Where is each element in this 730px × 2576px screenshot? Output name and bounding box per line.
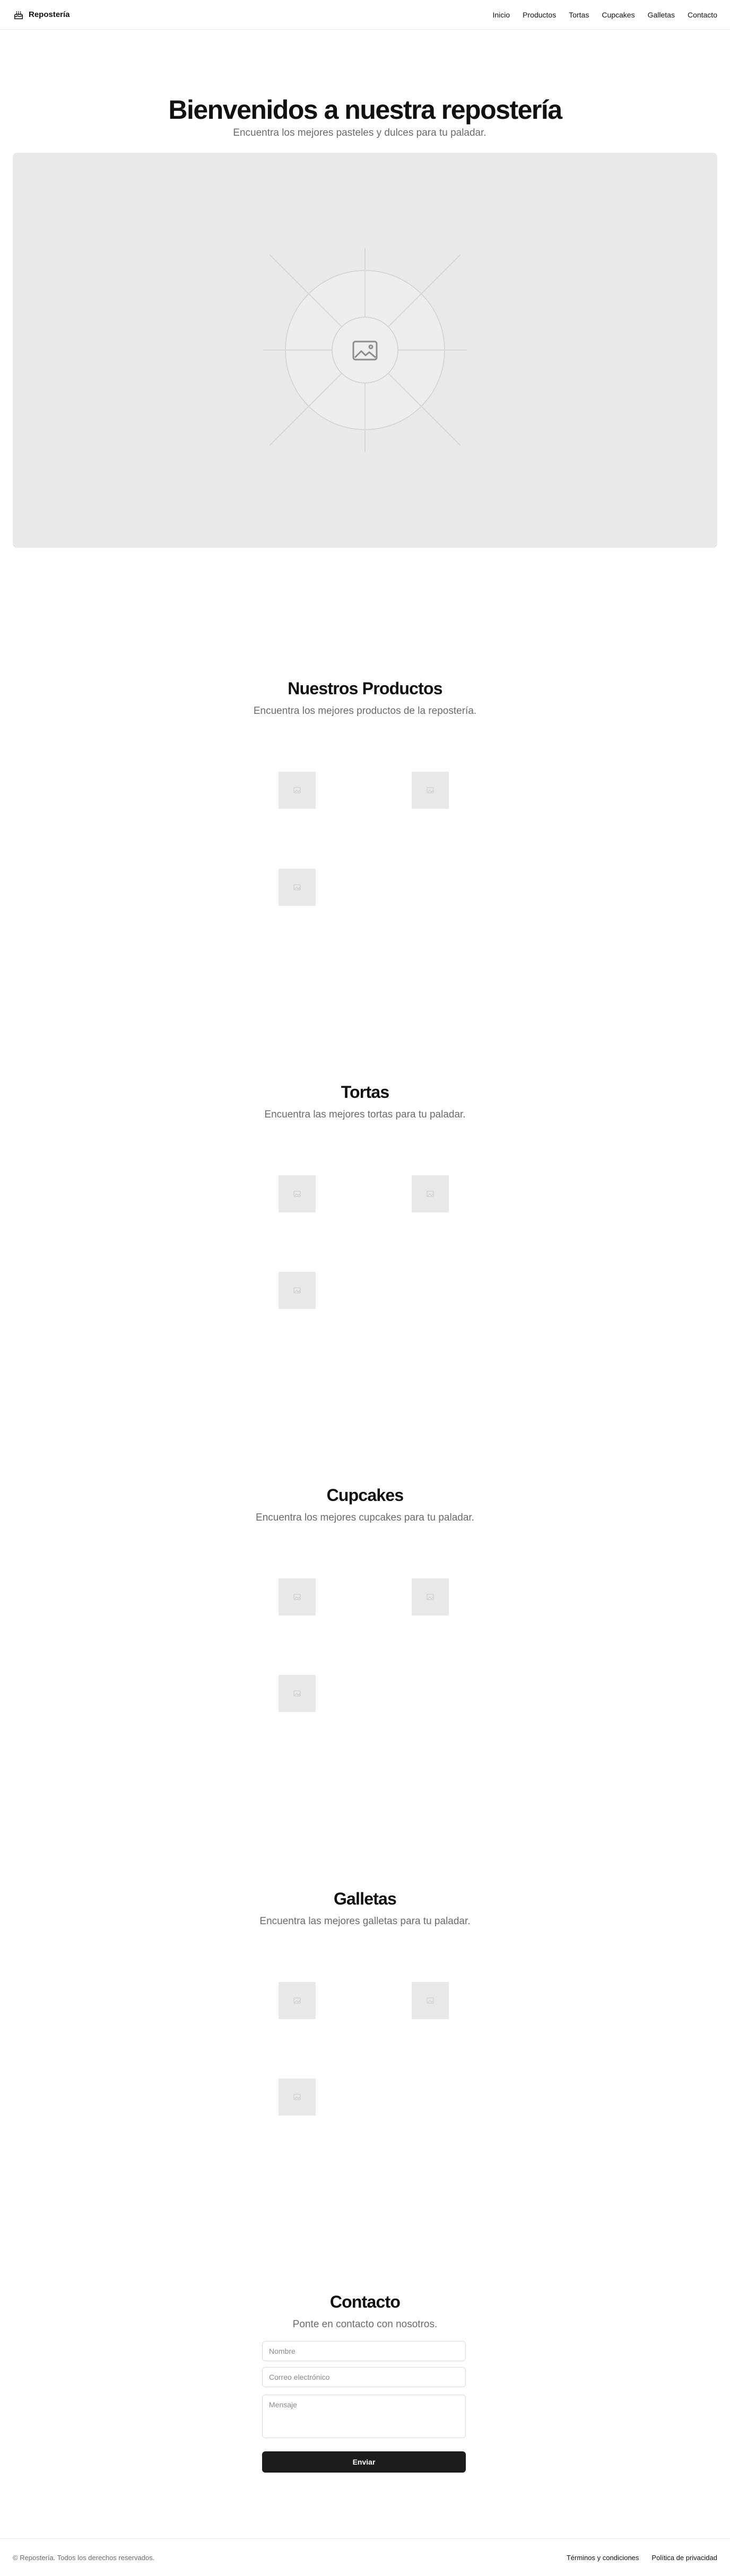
brand-name: Repostería	[29, 10, 70, 19]
image-icon	[293, 1690, 301, 1697]
galletas-subtitle: Encuentra las mejores galletas para tu p…	[259, 1916, 471, 1927]
product-image[interactable]	[279, 869, 316, 906]
submit-button[interactable]: Enviar	[262, 2451, 466, 2473]
hero-image	[13, 153, 717, 548]
galletas-title: Galletas	[333, 1889, 397, 1908]
image-icon	[293, 1997, 301, 2004]
image-icon	[427, 1191, 434, 1197]
site-footer: © Repostería. Todos los derechos reserva…	[0, 2538, 730, 2576]
contact-subtitle: Ponte en contacto con nosotros.	[292, 2319, 438, 2330]
terms-link[interactable]: Términos y condiciones	[567, 2554, 639, 2562]
productos-title: Nuestros Productos	[288, 679, 442, 698]
brand[interactable]: Repostería	[13, 9, 70, 21]
galleta-image[interactable]	[279, 1982, 316, 2019]
image-placeholder-icon	[263, 248, 467, 452]
cupcake-image[interactable]	[279, 1578, 316, 1616]
nav-inicio[interactable]: Inicio	[492, 11, 510, 19]
site-header: Repostería Inicio Productos Tortas Cupca…	[0, 0, 730, 30]
tortas-title: Tortas	[341, 1082, 389, 1102]
hero-subtitle: Encuentra los mejores pasteles y dulces …	[233, 127, 486, 138]
image-icon	[293, 2094, 301, 2100]
contact-title: Contacto	[329, 2292, 401, 2311]
product-image[interactable]	[412, 772, 449, 809]
tortas-subtitle: Encuentra las mejores tortas para tu pal…	[264, 1109, 466, 1120]
image-icon	[427, 1594, 434, 1600]
cupcake-image[interactable]	[412, 1578, 449, 1616]
nav-cupcakes[interactable]: Cupcakes	[602, 11, 635, 19]
nav-productos[interactable]: Productos	[523, 11, 556, 19]
image-icon	[427, 1997, 434, 2004]
galleta-image[interactable]	[412, 1982, 449, 2019]
image-icon	[293, 1287, 301, 1294]
name-field[interactable]	[262, 2341, 466, 2361]
email-field[interactable]	[262, 2367, 466, 2387]
torta-image[interactable]	[279, 1175, 316, 1212]
hero-title: Bienvenidos a nuestra repostería	[168, 95, 562, 125]
cake-icon	[14, 11, 23, 19]
nav-galletas[interactable]: Galletas	[648, 11, 675, 19]
copyright-text: © Repostería. Todos los derechos reserva…	[13, 2553, 155, 2562]
productos-subtitle: Encuentra los mejores productos de la re…	[253, 705, 477, 717]
message-field[interactable]	[262, 2395, 466, 2438]
torta-image[interactable]	[412, 1175, 449, 1212]
privacy-link[interactable]: Política de privacidad	[651, 2554, 717, 2562]
cupcakes-title: Cupcakes	[326, 1486, 404, 1505]
image-icon	[293, 1191, 301, 1197]
image-icon	[293, 1594, 301, 1600]
torta-image[interactable]	[279, 1272, 316, 1309]
footer-links: Términos y condiciones Política de priva…	[567, 2554, 717, 2562]
image-icon	[293, 787, 301, 793]
product-image[interactable]	[279, 772, 316, 809]
image-icon	[293, 884, 301, 890]
cupcakes-subtitle: Encuentra los mejores cupcakes para tu p…	[256, 1512, 474, 1523]
nav-contacto[interactable]: Contacto	[688, 11, 717, 19]
image-icon	[427, 787, 434, 793]
galleta-image[interactable]	[279, 2079, 316, 2116]
main-nav: Inicio Productos Tortas Cupcakes Galleta…	[492, 11, 717, 19]
cupcake-image[interactable]	[279, 1675, 316, 1712]
nav-tortas[interactable]: Tortas	[569, 11, 589, 19]
